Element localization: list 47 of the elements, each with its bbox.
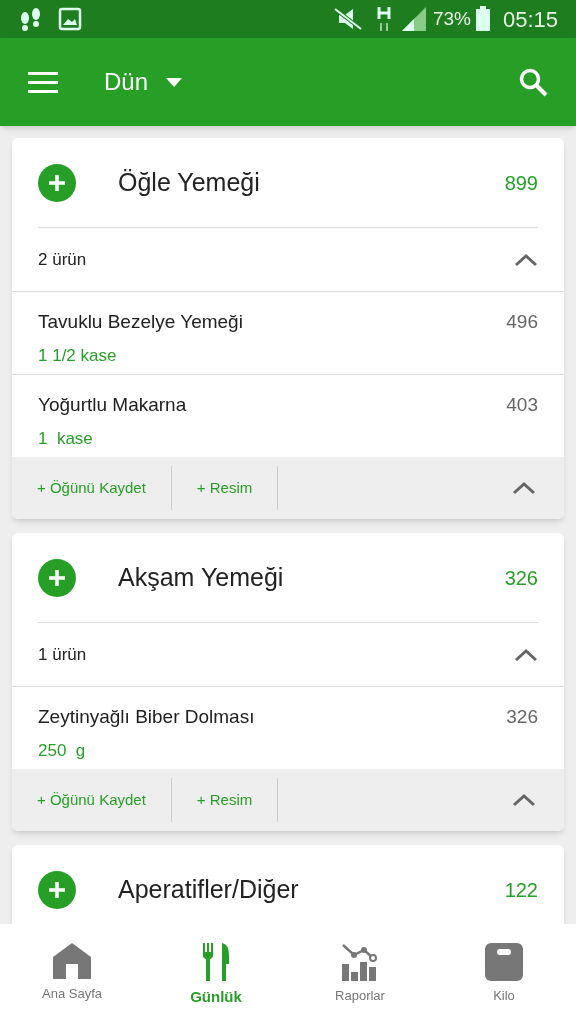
food-amount: 1 kase [38,427,94,450]
item-count: 2 ürün [38,248,87,271]
chart-icon [340,942,380,982]
network-h-icon [376,5,391,33]
menu-icon[interactable] [28,71,58,93]
action-link[interactable]: + Öğünü Kaydet [12,466,172,510]
chevron-up-icon[interactable] [514,647,538,662]
meal-calories: 122 [504,877,538,903]
food-calories: 326 [506,705,538,729]
food-name: Yoğurtlu Makarna [38,393,188,417]
food-item[interactable]: Tavuklu Bezelye Yemeği 1 1/2 kase 496 [12,291,564,374]
date-dropdown[interactable]: Dün [104,64,183,100]
meal-calories: 899 [504,170,538,196]
fork-knife-icon [202,942,230,982]
food-calories: 496 [506,310,538,334]
chevron-up-icon[interactable] [512,481,536,495]
nav-tab[interactable]: Ana Sayfa [0,924,144,1024]
battery-percent: 73% [432,6,471,31]
chevron-up-icon[interactable] [512,793,536,807]
action-link[interactable]: + Resim [171,466,279,510]
nav-tab[interactable]: Raporlar [288,924,432,1024]
action-link[interactable]: + Resim [171,778,279,822]
image-icon [58,7,82,31]
caret-icon [166,77,183,87]
clock-time: 05:15 [502,5,558,34]
house-icon [52,942,92,980]
scale-icon [484,942,524,982]
battery-icon [474,6,491,32]
search-icon[interactable] [518,67,548,97]
meal-title: Aperatifler/Diğer [118,873,299,905]
meal-title: Öğle Yemeği [118,166,260,198]
meal-title: Akşam Yemeği [118,561,284,593]
food-calories: 403 [506,393,538,417]
nav-tab[interactable]: Kilo [432,924,576,1024]
add-icon[interactable] [38,163,76,202]
chevron-up-icon[interactable] [514,252,538,267]
action-link[interactable]: + Öğünü Kaydet [12,778,172,822]
nav-tab[interactable]: Günlük [144,924,288,1024]
meal-calories: 326 [504,565,538,591]
food-name: Tavuklu Bezelye Yemeği [38,310,244,334]
item-count: 1 ürün [38,643,87,666]
food-amount: 250 g [38,739,87,762]
food-amount: 1 1/2 kase [38,344,118,367]
add-icon[interactable] [38,870,76,909]
add-icon[interactable] [38,558,76,597]
food-name: Zeytinyağlı Biber Dolması [38,705,256,729]
signal-icon [400,6,427,32]
